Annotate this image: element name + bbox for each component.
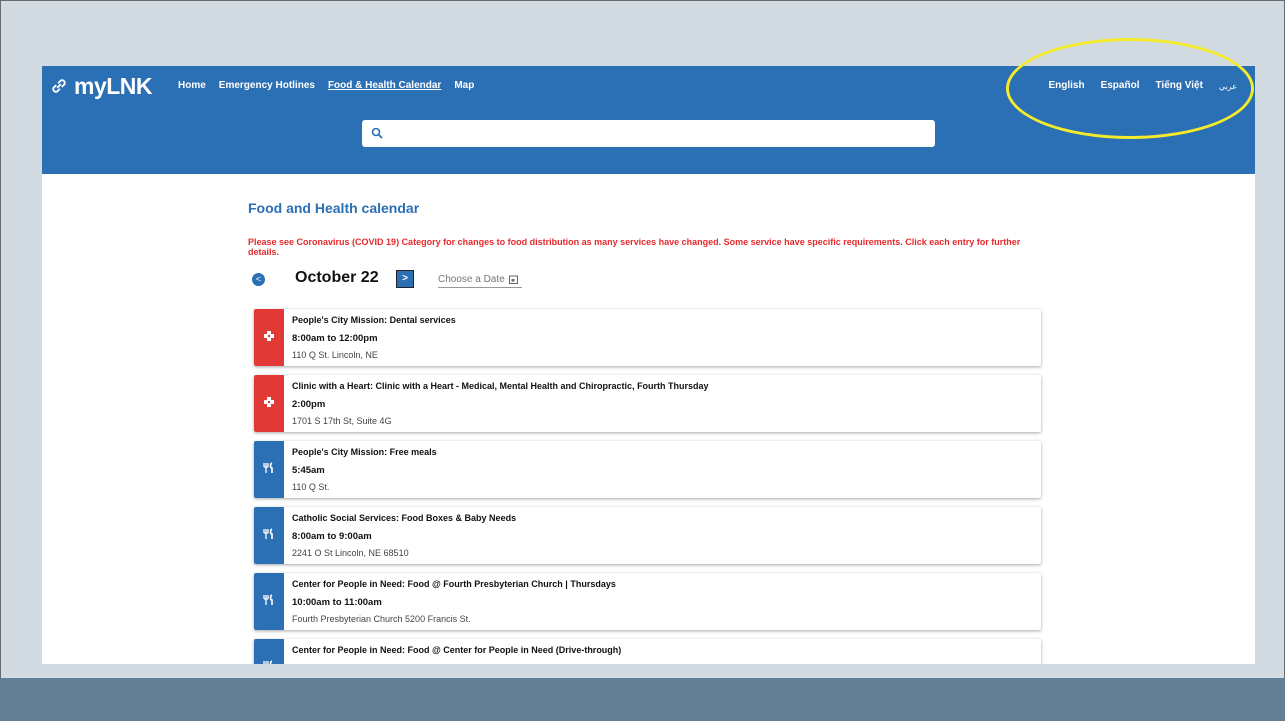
event-address: 110 Q St. Lincoln, NE: [292, 350, 378, 360]
event-card[interactable]: Center for People in Need: Food @ Center…: [254, 639, 1041, 664]
link-icon: [52, 79, 66, 93]
event-card[interactable]: Catholic Social Services: Food Boxes & B…: [254, 507, 1041, 564]
food-category-tag: [254, 441, 284, 498]
nav-home[interactable]: Home: [178, 80, 206, 91]
event-address: 2241 O St Lincoln, NE 68510: [292, 548, 409, 558]
event-address: 110 Q St.: [292, 482, 330, 492]
event-title: Center for People in Need: Food @ Center…: [292, 645, 622, 655]
event-time: 10:00am to 11:00am: [292, 597, 382, 608]
event-card[interactable]: Center for People in Need: Food @ Fourth…: [254, 573, 1041, 630]
next-day-button[interactable]: >: [396, 270, 414, 288]
main-nav: Home Emergency Hotlines Food & Health Ca…: [178, 80, 487, 91]
medical-icon: [263, 395, 275, 413]
food-category-tag: [254, 507, 284, 564]
event-card[interactable]: Clinic with a Heart: Clinic with a Heart…: [254, 375, 1041, 432]
utensils-icon: [263, 593, 275, 611]
slide-footer-bar: [0, 678, 1285, 721]
event-time: 8:00am to 12:00pm: [292, 333, 378, 344]
event-title: Clinic with a Heart: Clinic with a Heart…: [292, 381, 709, 391]
event-time: 2:00pm: [292, 399, 326, 410]
event-title: Catholic Social Services: Food Boxes & B…: [292, 513, 517, 523]
event-address: Fourth Presbyterian Church 5200 Francis …: [292, 614, 471, 624]
health-category-tag: [254, 309, 284, 366]
lang-espanol[interactable]: Español: [1101, 80, 1140, 91]
utensils-icon: [263, 659, 275, 664]
event-title: Center for People in Need: Food @ Fourth…: [292, 579, 616, 589]
event-title: People's City Mission: Dental services: [292, 315, 456, 325]
logo-text: myLNK: [74, 72, 153, 99]
event-time: 8:00am to 9:00am: [292, 531, 372, 542]
medical-icon: [263, 329, 275, 347]
search-icon: [371, 127, 383, 139]
site-logo[interactable]: myLNK: [48, 72, 153, 100]
site-header: myLNK Home Emergency Hotlines Food & Hea…: [42, 66, 1255, 174]
event-time: 5:45am: [292, 465, 325, 476]
event-card[interactable]: People's City Mission: Free meals 5:45am 1…: [254, 441, 1041, 498]
nav-map[interactable]: Map: [454, 80, 474, 91]
food-category-tag: [254, 573, 284, 630]
nav-emergency-hotlines[interactable]: Emergency Hotlines: [219, 80, 315, 91]
event-title: People's City Mission: Free meals: [292, 447, 437, 457]
event-card[interactable]: People's City Mission: Dental services 8:…: [254, 309, 1041, 366]
event-list: People's City Mission: Dental services 8:…: [254, 309, 1041, 664]
page-title: Food and Health calendar: [248, 200, 420, 216]
date-picker-label: Choose a Date: [438, 273, 505, 285]
nav-food-health-calendar[interactable]: Food & Health Calendar: [328, 80, 441, 91]
browser-screenshot: myLNK Home Emergency Hotlines Food & Hea…: [42, 66, 1255, 664]
covid-notice: Please see Coronavirus (COVID 19) Catego…: [248, 237, 1021, 257]
date-picker[interactable]: Choose a Date: [438, 271, 522, 288]
health-category-tag: [254, 375, 284, 432]
prev-day-button[interactable]: <: [252, 273, 265, 286]
food-category-tag: [254, 639, 284, 664]
search-input[interactable]: [362, 120, 935, 147]
language-switcher: English Español Tiếng Việt عربي: [1032, 80, 1237, 91]
lang-arabic[interactable]: عربي: [1219, 82, 1237, 91]
current-date: October 22: [295, 269, 379, 286]
lang-english[interactable]: English: [1048, 80, 1084, 91]
lang-vietnamese[interactable]: Tiếng Việt: [1155, 80, 1202, 91]
utensils-icon: [263, 461, 275, 479]
utensils-icon: [263, 527, 275, 545]
calendar-icon: [508, 275, 518, 284]
event-address: 1701 S 17th St, Suite 4G: [292, 416, 392, 426]
